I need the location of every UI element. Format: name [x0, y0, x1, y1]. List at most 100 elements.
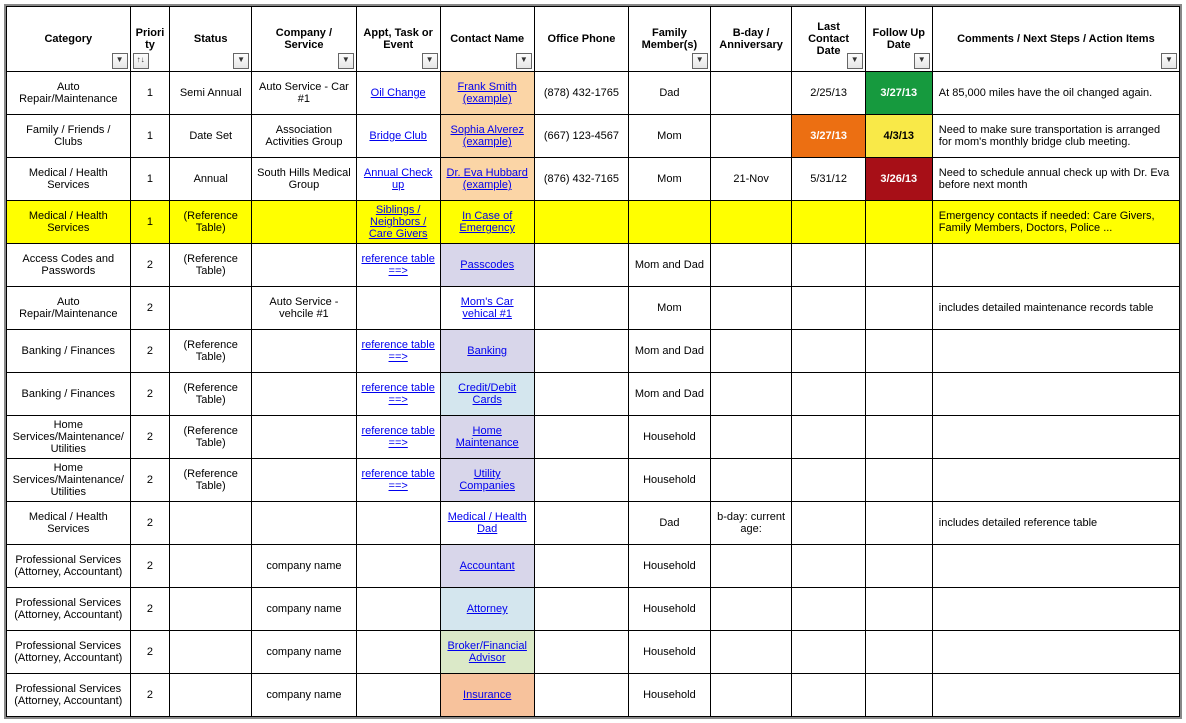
cell-phone [534, 588, 628, 631]
cell-appt-link[interactable]: reference table ==> [361, 468, 434, 492]
cell-appt[interactable]: reference table ==> [356, 459, 440, 502]
cell-appt-link[interactable]: reference table ==> [361, 382, 434, 406]
cell-appt[interactable]: reference table ==> [356, 244, 440, 287]
cell-contact[interactable]: Home Maintenance [440, 416, 534, 459]
filter-dropdown-icon[interactable]: ▼ [692, 53, 708, 69]
table-row: Banking / Finances2(Reference Table)refe… [7, 373, 1180, 416]
cell-family: Mom and Dad [629, 244, 711, 287]
cell-contact[interactable]: Dr. Eva Hubbard (example) [440, 158, 534, 201]
cell-contact-link[interactable]: Credit/Debit Cards [458, 382, 516, 406]
cell-contact[interactable]: Mom's Car vehical #1 [440, 287, 534, 330]
cell-contact-link[interactable]: Dr. Eva Hubbard (example) [447, 167, 528, 191]
cell-appt[interactable]: reference table ==> [356, 373, 440, 416]
cell-followup: 3/27/13 [865, 72, 932, 115]
cell-contact-link[interactable]: Banking [467, 345, 507, 357]
cell-status [170, 674, 252, 717]
cell-contact-link[interactable]: Accountant [460, 560, 515, 572]
cell-appt[interactable]: reference table ==> [356, 416, 440, 459]
cell-family: Mom and Dad [629, 330, 711, 373]
cell-appt-link[interactable]: Bridge Club [369, 130, 426, 142]
cell-priority: 2 [130, 588, 170, 631]
cell-priority: 2 [130, 244, 170, 287]
cell-appt[interactable]: Bridge Club [356, 115, 440, 158]
filter-dropdown-icon[interactable]: ▼ [914, 53, 930, 69]
header-category: Category▼ [7, 7, 131, 72]
cell-contact[interactable]: Attorney [440, 588, 534, 631]
cell-contact[interactable]: Passcodes [440, 244, 534, 287]
data-table: Category▼ Priority ↑↓ Status ▼ Company / S… [6, 6, 1180, 717]
cell-contact[interactable]: Insurance [440, 674, 534, 717]
header-label: Status [194, 33, 228, 45]
cell-contact[interactable]: Frank Smith (example) [440, 72, 534, 115]
filter-dropdown-icon[interactable]: ▼ [338, 53, 354, 69]
cell-last-contact [792, 674, 865, 717]
cell-contact[interactable]: In Case of Emergency [440, 201, 534, 244]
cell-contact[interactable]: Credit/Debit Cards [440, 373, 534, 416]
cell-contact-link[interactable]: Insurance [463, 689, 511, 701]
cell-contact[interactable]: Medical / Health Dad [440, 502, 534, 545]
cell-appt-link[interactable]: reference table ==> [361, 339, 434, 363]
cell-contact-link[interactable]: Frank Smith (example) [458, 81, 517, 105]
cell-followup [865, 330, 932, 373]
cell-appt[interactable]: Oil Change [356, 72, 440, 115]
table-row: Medical / Health Services2Medical / Heal… [7, 502, 1180, 545]
cell-status: (Reference Table) [170, 244, 252, 287]
cell-phone [534, 373, 628, 416]
cell-appt-link[interactable]: reference table ==> [361, 253, 434, 277]
cell-contact[interactable]: Broker/Financial Advisor [440, 631, 534, 674]
header-company: Company / Service▼ [252, 7, 357, 72]
cell-contact-link[interactable]: Broker/Financial Advisor [447, 640, 526, 664]
filter-dropdown-icon[interactable]: ▼ [847, 53, 863, 69]
cell-contact-link[interactable]: Home Maintenance [456, 425, 519, 449]
cell-contact-link[interactable]: Medical / Health Dad [448, 511, 527, 535]
cell-comments [932, 631, 1179, 674]
cell-family: Mom and Dad [629, 373, 711, 416]
cell-contact-link[interactable]: Passcodes [460, 259, 514, 271]
cell-contact[interactable]: Banking [440, 330, 534, 373]
cell-company: Auto Service - vehcile #1 [252, 287, 357, 330]
cell-appt-link[interactable]: Siblings / Neighbors / Care Givers [369, 204, 428, 240]
cell-contact-link[interactable]: In Case of Emergency [459, 210, 515, 234]
header-phone: Office Phone [534, 7, 628, 72]
cell-company: Auto Service - Car #1 [252, 72, 357, 115]
cell-contact-link[interactable]: Attorney [467, 603, 508, 615]
cell-comments: Emergency contacts if needed: Care Giver… [932, 201, 1179, 244]
table-row: Professional Services (Attorney, Account… [7, 631, 1180, 674]
cell-bday [710, 588, 792, 631]
cell-bday [710, 459, 792, 502]
table-row: Medical / Health Services1AnnualSouth Hi… [7, 158, 1180, 201]
cell-contact-link[interactable]: Mom's Car vehical #1 [461, 296, 514, 320]
cell-contact[interactable]: Utility Companies [440, 459, 534, 502]
cell-followup [865, 416, 932, 459]
cell-appt[interactable]: Siblings / Neighbors / Care Givers [356, 201, 440, 244]
cell-appt-link[interactable]: Oil Change [371, 87, 426, 99]
header-label: Priority [136, 27, 165, 51]
cell-appt-link[interactable]: reference table ==> [361, 425, 434, 449]
cell-appt[interactable]: reference table ==> [356, 330, 440, 373]
cell-priority: 2 [130, 674, 170, 717]
cell-contact-link[interactable]: Utility Companies [459, 468, 515, 492]
cell-status [170, 631, 252, 674]
cell-appt-link[interactable]: Annual Check up [364, 167, 433, 191]
cell-contact[interactable]: Sophia Alverez (example) [440, 115, 534, 158]
cell-last-contact: 2/25/13 [792, 72, 865, 115]
filter-dropdown-icon[interactable]: ▼ [233, 53, 249, 69]
cell-bday [710, 287, 792, 330]
cell-status: (Reference Table) [170, 459, 252, 502]
cell-contact[interactable]: Accountant [440, 545, 534, 588]
filter-dropdown-icon[interactable]: ↑↓ [133, 53, 149, 69]
header-label: Last Contact Date [808, 21, 849, 57]
cell-appt[interactable]: Annual Check up [356, 158, 440, 201]
filter-dropdown-icon[interactable]: ▼ [1161, 53, 1177, 69]
table-row: Home Services/Maintenance/Utilities2(Ref… [7, 416, 1180, 459]
filter-dropdown-icon[interactable]: ▼ [422, 53, 438, 69]
cell-category: Auto Repair/Maintenance [7, 72, 131, 115]
filter-dropdown-icon[interactable]: ▼ [112, 53, 128, 69]
cell-comments: At 85,000 miles have the oil changed aga… [932, 72, 1179, 115]
cell-phone [534, 674, 628, 717]
cell-contact-link[interactable]: Sophia Alverez (example) [450, 124, 523, 148]
cell-last-contact [792, 416, 865, 459]
filter-dropdown-icon[interactable]: ▼ [516, 53, 532, 69]
cell-bday [710, 244, 792, 287]
cell-followup [865, 631, 932, 674]
